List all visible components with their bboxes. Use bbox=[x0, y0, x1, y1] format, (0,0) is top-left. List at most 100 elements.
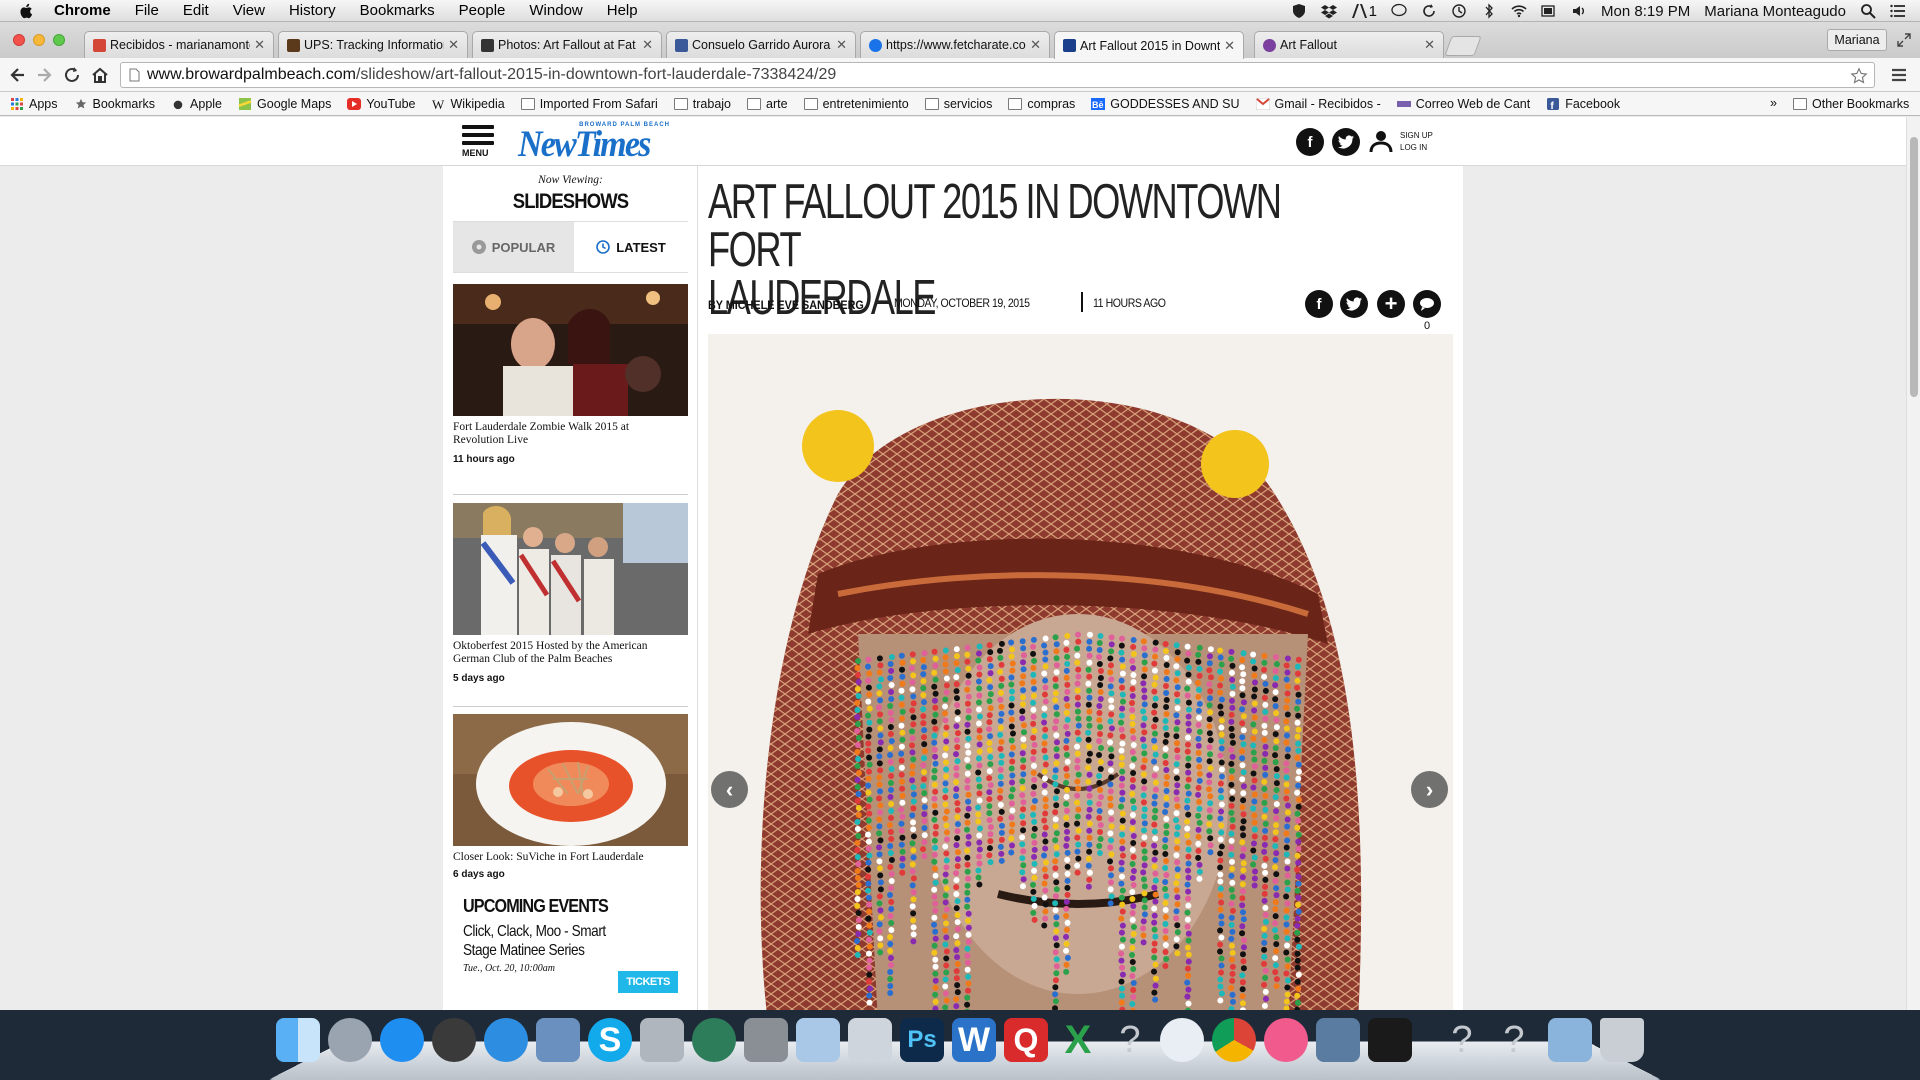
profile-button[interactable]: Mariana bbox=[1827, 29, 1887, 51]
header-twitter-icon[interactable] bbox=[1332, 128, 1360, 156]
close-tab-icon[interactable]: ✕ bbox=[642, 37, 653, 53]
skype-icon[interactable]: S bbox=[588, 1018, 632, 1062]
close-tab-icon[interactable]: ✕ bbox=[1030, 37, 1041, 53]
bookmark-correo[interactable]: Correo Web de Cant bbox=[1396, 97, 1530, 111]
tickets-button[interactable]: TICKETS bbox=[618, 971, 678, 993]
clock[interactable]: Mon 8:19 PM bbox=[1601, 3, 1690, 20]
share-more-icon[interactable]: + bbox=[1377, 290, 1405, 318]
spotlight-search-icon[interactable] bbox=[1860, 3, 1876, 19]
missing-app-icon[interactable]: ? bbox=[1492, 1018, 1536, 1062]
excel-icon[interactable]: X bbox=[1056, 1018, 1100, 1062]
header-facebook-icon[interactable]: f bbox=[1296, 128, 1324, 156]
slideshow-card[interactable]: Fort Lauderdale Zombie Walk 2015 at Revo… bbox=[453, 284, 688, 465]
menu-file[interactable]: File bbox=[135, 2, 159, 19]
previous-slide-button[interactable]: ‹ bbox=[711, 771, 748, 808]
user-name[interactable]: Mariana Monteagudo bbox=[1704, 3, 1846, 20]
chrome-icon[interactable] bbox=[1212, 1018, 1256, 1062]
tab-art-fallout[interactable]: Art Fallout ✕ bbox=[1254, 31, 1444, 58]
iphoto-icon[interactable] bbox=[640, 1018, 684, 1062]
bookmark-wikipedia[interactable]: W Wikipedia bbox=[432, 97, 505, 111]
bookmark-folder-trabajo[interactable]: trabajo bbox=[673, 97, 731, 111]
photoshop-icon[interactable]: Ps bbox=[900, 1018, 944, 1062]
share-facebook-icon[interactable]: f bbox=[1305, 290, 1333, 318]
zombie-walk-thumbnail[interactable] bbox=[453, 284, 688, 416]
fullscreen-icon[interactable] bbox=[1896, 32, 1912, 48]
notification-center-icon[interactable] bbox=[1890, 3, 1906, 19]
bookmark-other[interactable]: Other Bookmarks bbox=[1793, 97, 1909, 111]
bookmark-apps[interactable]: Apps bbox=[10, 97, 58, 111]
next-slide-button[interactable]: › bbox=[1411, 771, 1448, 808]
menu-bookmarks[interactable]: Bookmarks bbox=[360, 2, 435, 19]
close-tab-icon[interactable]: ✕ bbox=[254, 37, 265, 53]
bookmark-folder-servicios[interactable]: servicios bbox=[924, 97, 992, 111]
wifi-icon[interactable] bbox=[1511, 3, 1527, 19]
bookmark-gmail[interactable]: Gmail - Recibidos - bbox=[1255, 97, 1381, 111]
bookmark-apple[interactable]: Apple bbox=[171, 97, 222, 111]
itunes-icon[interactable] bbox=[1264, 1018, 1308, 1062]
oktoberfest-thumbnail[interactable] bbox=[453, 503, 688, 635]
quickoffice-icon[interactable]: Q bbox=[1004, 1018, 1048, 1062]
finder-icon[interactable] bbox=[276, 1018, 320, 1062]
sync-icon[interactable] bbox=[1421, 3, 1437, 19]
bookmarks-overflow-button[interactable]: » bbox=[1770, 96, 1777, 110]
article-byline[interactable]: BY MICHELE EVE SANDBERG bbox=[708, 298, 864, 312]
zoom-window-button[interactable] bbox=[53, 34, 65, 46]
messages-icon[interactable] bbox=[1391, 3, 1407, 19]
forward-icon[interactable] bbox=[34, 65, 54, 85]
suviche-thumbnail[interactable] bbox=[453, 714, 688, 846]
mail-stamp-icon[interactable] bbox=[536, 1018, 580, 1062]
launchpad-icon[interactable] bbox=[328, 1018, 372, 1062]
page-scrollbar[interactable] bbox=[1906, 117, 1920, 1010]
back-icon[interactable] bbox=[8, 65, 28, 85]
missing-app-icon[interactable]: ? bbox=[1440, 1018, 1484, 1062]
menu-people[interactable]: People bbox=[459, 2, 506, 19]
site-logo[interactable]: BROWARD PALM BEACH NewTimes bbox=[518, 122, 670, 163]
menu-help[interactable]: Help bbox=[607, 2, 638, 19]
sign-up-link[interactable]: SIGN UP bbox=[1400, 130, 1433, 142]
card-caption[interactable]: Oktoberfest 2015 Hosted by the American … bbox=[453, 640, 673, 666]
site-menu-button[interactable]: MENU bbox=[462, 125, 494, 158]
bookmark-star-icon[interactable] bbox=[1850, 67, 1868, 85]
time-machine-icon[interactable] bbox=[1451, 3, 1467, 19]
preview-icon[interactable] bbox=[796, 1018, 840, 1062]
dropbox-icon[interactable] bbox=[1320, 3, 1337, 19]
tab-latest[interactable]: LATEST bbox=[574, 222, 688, 272]
tab-consuelo-facebook[interactable]: Consuelo Garrido Aurora M ✕ bbox=[666, 31, 856, 58]
bookmark-goddesses[interactable]: Bē GODDESSES AND SU bbox=[1091, 97, 1240, 111]
menu-edit[interactable]: Edit bbox=[183, 2, 209, 19]
bookmark-bookmarks[interactable]: Bookmarks bbox=[74, 97, 155, 111]
close-window-button[interactable] bbox=[13, 34, 25, 46]
apple-menu-icon[interactable] bbox=[18, 2, 36, 20]
missing-app-icon[interactable]: ? bbox=[1108, 1018, 1152, 1062]
photo-booth-icon[interactable] bbox=[1316, 1018, 1360, 1062]
close-tab-icon[interactable]: ✕ bbox=[1424, 37, 1435, 53]
menu-history[interactable]: History bbox=[289, 2, 336, 19]
printer-icon[interactable] bbox=[1368, 1018, 1412, 1062]
tab-fetcharate[interactable]: https://www.fetcharate.co ✕ bbox=[860, 31, 1050, 58]
time-machine-dock-icon[interactable] bbox=[692, 1018, 736, 1062]
bookmark-youtube[interactable]: YouTube bbox=[347, 97, 416, 111]
safari-icon[interactable] bbox=[484, 1018, 528, 1062]
shield-icon[interactable] bbox=[1291, 3, 1307, 19]
printer-queue-icon[interactable] bbox=[1160, 1018, 1204, 1062]
reload-icon[interactable] bbox=[62, 65, 82, 85]
new-tab-button[interactable] bbox=[1444, 36, 1482, 56]
bookmark-google-maps[interactable]: Google Maps bbox=[238, 97, 331, 111]
card-caption[interactable]: Fort Lauderdale Zombie Walk 2015 at Revo… bbox=[453, 421, 673, 447]
trash-icon[interactable] bbox=[1600, 1018, 1644, 1062]
address-bar[interactable]: www.browardpalmbeach.com/slideshow/art-f… bbox=[120, 62, 1875, 88]
bookmark-facebook[interactable]: f Facebook bbox=[1546, 97, 1620, 111]
battery-icon[interactable] bbox=[1541, 3, 1557, 19]
slideshow-photo[interactable]: ‹ › bbox=[708, 334, 1453, 1010]
bookmark-folder-compras[interactable]: compras bbox=[1008, 97, 1075, 111]
minimize-window-button[interactable] bbox=[33, 34, 45, 46]
volume-icon[interactable] bbox=[1571, 3, 1587, 19]
share-twitter-icon[interactable] bbox=[1340, 290, 1368, 318]
slideshow-card[interactable]: Oktoberfest 2015 Hosted by the American … bbox=[453, 503, 688, 684]
user-account-icon[interactable] bbox=[1369, 129, 1393, 153]
scrollbar-thumb[interactable] bbox=[1910, 137, 1918, 397]
app-store-icon[interactable] bbox=[380, 1018, 424, 1062]
image-capture-icon[interactable] bbox=[848, 1018, 892, 1062]
bookmark-folder-entretenimiento[interactable]: entretenimiento bbox=[803, 97, 909, 111]
menu-window[interactable]: Window bbox=[529, 2, 582, 19]
